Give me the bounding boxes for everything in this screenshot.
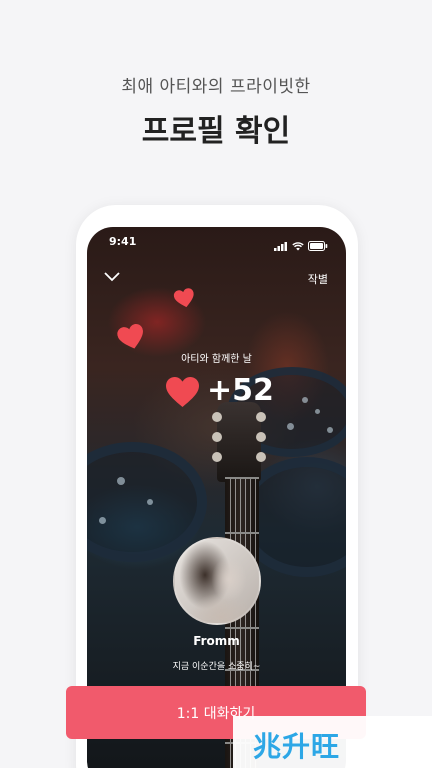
status-time: 9:41 <box>109 235 137 248</box>
signal-icon <box>274 236 288 255</box>
tuning-peg <box>212 432 222 442</box>
bokeh-light <box>327 427 333 433</box>
bokeh-light <box>315 409 320 414</box>
collapse-chevron-down-icon[interactable] <box>102 267 122 287</box>
bokeh-light <box>302 397 308 403</box>
bokeh-light <box>99 517 106 524</box>
header-subtitle: 최애 아티와의 프라이빗한 <box>121 77 311 97</box>
tuning-peg <box>256 452 266 462</box>
tuning-peg <box>212 412 222 422</box>
floating-heart-icon <box>173 287 197 314</box>
bokeh-light <box>287 423 294 430</box>
wifi-icon <box>292 236 304 255</box>
guitar-fret <box>225 477 259 479</box>
guitar-fret <box>225 532 259 534</box>
artist-status-message: 지금 이순간을 소중히~ <box>172 662 261 672</box>
tuning-peg <box>212 452 222 462</box>
heart-count: +52 <box>207 373 274 408</box>
tuning-peg <box>256 412 266 422</box>
guitar-fret <box>225 627 259 629</box>
bokeh-light <box>147 499 153 505</box>
farewell-button[interactable]: 작별 <box>308 271 328 287</box>
artist-avatar[interactable] <box>173 537 261 625</box>
watermark-logo: 兆升旺 <box>253 730 341 763</box>
bokeh-light <box>117 477 125 485</box>
artist-name: Fromm <box>193 634 240 648</box>
days-together-label: 아티와 함께한 날 <box>181 354 252 365</box>
watermark: 兆升旺 <box>233 716 432 768</box>
status-icons <box>274 236 328 255</box>
guitar-headstock <box>212 402 266 482</box>
tuning-peg <box>256 432 266 442</box>
battery-icon <box>308 236 328 255</box>
page-title: 프로필 확인 <box>141 114 291 149</box>
heart-icon <box>166 377 199 412</box>
